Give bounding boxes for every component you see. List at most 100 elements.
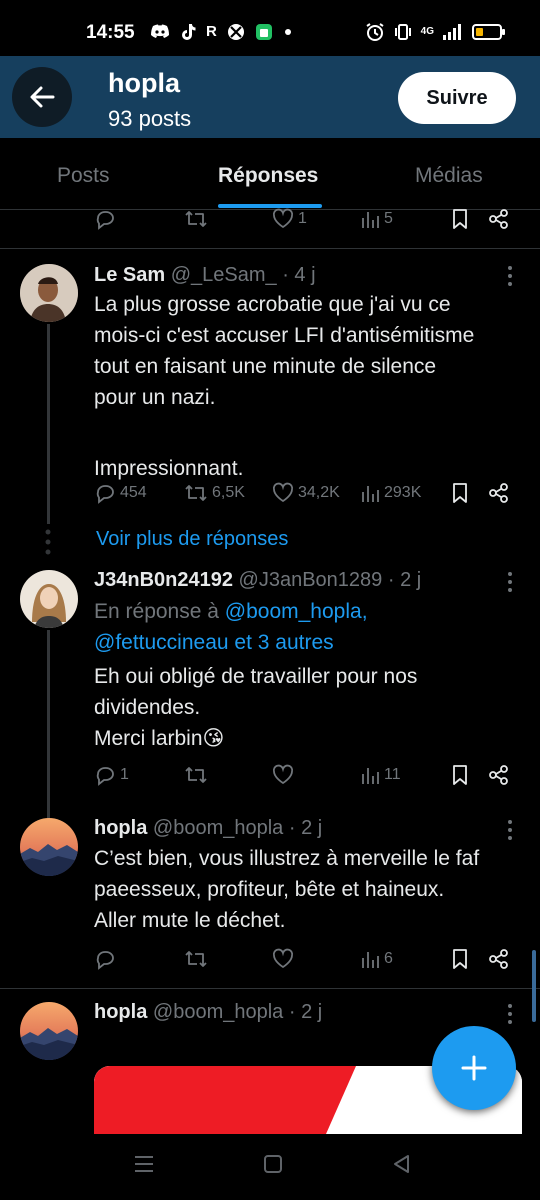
views-button[interactable]: 293K [360,482,421,504]
alarm-icon [366,23,384,41]
reply-context: En réponse à @boom_hopla, @fettuccineau … [94,596,524,658]
scrollbar[interactable] [532,950,536,1022]
recent-apps-icon [135,1156,153,1172]
thread-dots-icon [45,529,51,555]
reply-button[interactable]: 454 [94,482,147,504]
dot-icon [284,29,291,35]
author-name[interactable]: Le Sam [94,264,165,286]
more-options-button[interactable] [508,820,514,844]
more-options-button[interactable] [508,572,514,596]
tweet-line: dividendes. [94,696,201,719]
share-icon [489,209,508,229]
bookmark-icon [453,483,467,503]
back-nav-button[interactable] [392,1154,412,1179]
share-button[interactable] [488,764,510,786]
author-name[interactable]: J34nB0n24192 [94,569,233,591]
tweet-text: C’est bien, vous illustrez à merveille l… [94,843,524,936]
like-count: 1 [298,210,307,227]
show-more-replies-link[interactable]: Voir plus de réponses [96,528,288,551]
share-icon [489,949,508,969]
tab-posts[interactable]: Posts [57,164,110,188]
like-button[interactable]: 34,2K [272,482,340,504]
heart-icon [272,764,294,785]
retweet-button[interactable] [184,208,208,230]
tab-media[interactable]: Médias [415,164,483,188]
mention-link[interactable]: @boom_hopla, [225,600,368,623]
reply-icon [96,767,114,786]
avatar[interactable] [20,1002,78,1060]
avatar[interactable] [20,264,78,322]
share-icon [489,765,508,785]
mention-link[interactable]: @fettuccineau et 3 autres [94,627,524,658]
author-handle[interactable]: @boom_hopla [153,1001,283,1023]
like-button[interactable]: 1 [272,208,307,230]
tweet-line: tout en faisant une minute de silence [94,355,437,378]
retweet-button[interactable] [184,948,208,970]
recent-apps-button[interactable] [134,1154,154,1179]
more-options-button[interactable] [508,1004,514,1028]
retweet-icon [185,211,207,227]
like-button[interactable] [272,764,294,786]
retweet-count: 6,5K [212,484,245,501]
tweet-actions: 1 5 [94,208,514,236]
profile-tabs: Posts Réponses Médias [0,138,540,210]
back-button[interactable] [12,67,72,127]
avatar[interactable] [20,570,78,628]
bookmark-icon [453,949,467,969]
tweet-actions: 454 6,5K 34,2K 293K [94,482,514,510]
tweet-time: · 2 j [288,1001,323,1023]
system-icons: 4G [365,22,506,42]
xbox-icon [227,24,244,40]
compose-button[interactable] [432,1026,516,1110]
tab-replies[interactable]: Réponses [218,164,318,188]
avatar-photo [20,818,78,876]
reply-button[interactable]: 1 [94,764,129,786]
reply-button[interactable] [94,948,116,970]
author-name[interactable]: hopla [94,1001,147,1023]
system-nav-bar [0,1134,540,1200]
notification-icons: R [150,23,293,41]
battery-icon [472,24,505,40]
reply-button[interactable] [94,208,116,230]
views-button[interactable]: 5 [360,208,393,230]
tweet-time: · 2 j [288,817,323,839]
author-handle[interactable]: @J3anBon1289 [239,569,383,591]
tweet-line: Impressionnant. [94,457,244,480]
share-button[interactable] [488,948,510,970]
heart-icon [272,482,294,503]
retweet-button[interactable] [184,764,208,786]
bookmark-button[interactable] [450,208,470,230]
status-time: 14:55 [86,22,135,43]
author-handle[interactable]: @boom_hopla [153,817,283,839]
follow-button[interactable]: Suivre [398,72,516,124]
reply-to-prefix: En réponse à [94,600,219,623]
more-options-button[interactable] [508,266,514,290]
thread-line [47,630,50,820]
retweet-button[interactable]: 6,5K [184,482,245,504]
tweet-text: Eh oui obligé de travailler pour nos div… [94,661,524,754]
network-label: 4G [420,26,434,37]
views-count: 11 [384,766,401,783]
vibrate-icon [394,24,411,40]
views-button[interactable]: 11 [360,764,401,786]
home-button[interactable] [263,1154,283,1179]
tweet-line: Eh oui obligé de travailler pour nos [94,665,418,688]
home-icon [264,1155,282,1173]
tweet-header: Le Sam @_LeSam_ · 4 j [94,264,316,287]
back-nav-icon [394,1155,409,1173]
avatar[interactable] [20,818,78,876]
bookmark-button[interactable] [450,482,470,504]
views-icon [362,952,379,968]
author-handle[interactable]: @_LeSam_ [171,264,277,286]
bookmark-button[interactable] [450,948,470,970]
arrow-left-icon [30,86,55,108]
author-name[interactable]: hopla [94,817,147,839]
share-button[interactable] [488,482,510,504]
heart-icon [272,948,294,969]
like-button[interactable] [272,948,294,970]
bookmark-button[interactable] [450,764,470,786]
share-button[interactable] [488,208,510,230]
views-count: 5 [384,210,393,227]
views-button[interactable]: 6 [360,948,393,970]
tweet-line: Aller mute le déchet. [94,909,286,932]
